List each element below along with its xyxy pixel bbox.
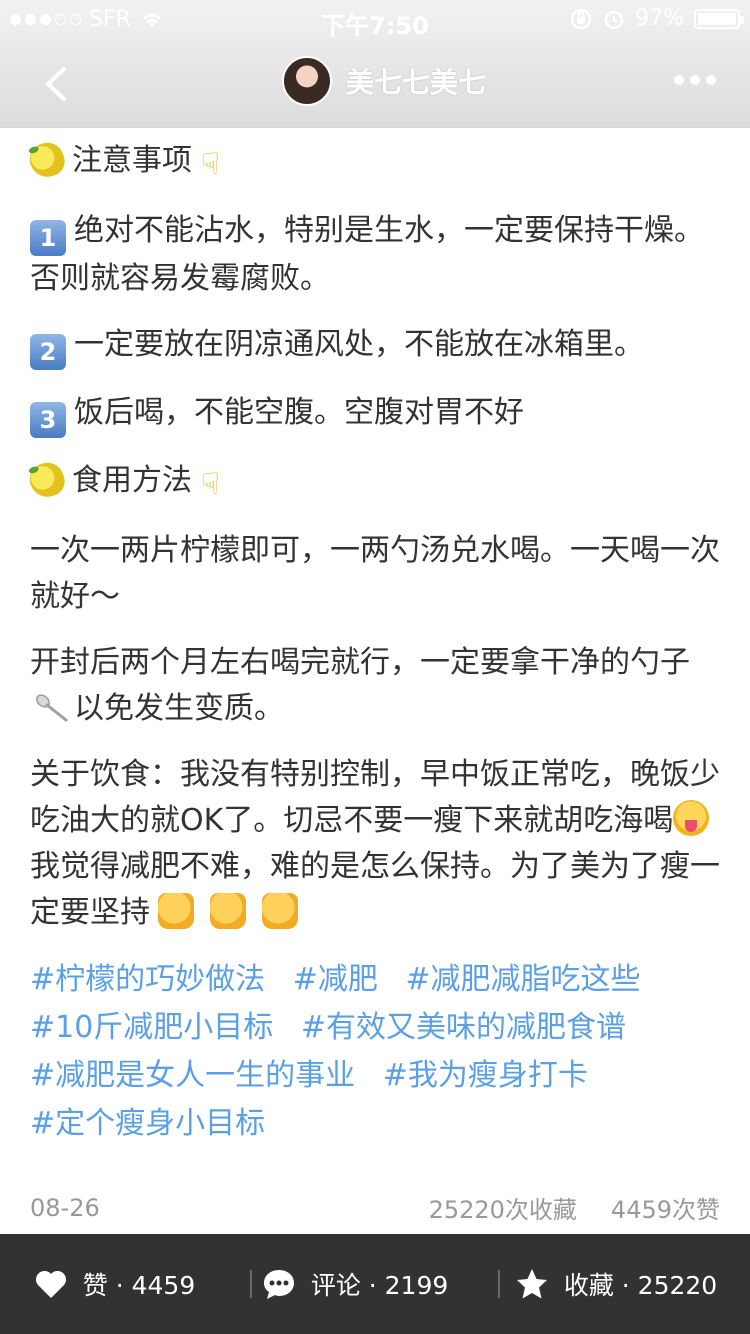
- status-right-group: 97%: [569, 6, 744, 31]
- fist-icon: [262, 893, 298, 929]
- tag-link[interactable]: #减肥: [293, 962, 378, 997]
- list-item: 3 饭后喝，不能空腹。空腹对胃不好: [30, 390, 720, 438]
- paragraph-text: 以免发生变质。: [74, 691, 284, 726]
- comment-bubble-icon: [263, 1270, 294, 1299]
- status-bar: SFR 下午7:50 97%: [0, 0, 750, 40]
- comment-button[interactable]: 评论 · 2199: [261, 1266, 448, 1302]
- pointing-down-icon: ☟: [201, 467, 220, 502]
- tag-list: #柠檬的巧妙做法 #减肥 #减肥减脂吃这些 #10斤减肥小目标 #有效又美味的减…: [30, 956, 720, 1148]
- list-item-text: 一定要放在阴凉通风处，不能放在冰箱里。: [74, 327, 644, 362]
- tongue-face-icon: [673, 800, 710, 836]
- note-stats: 25220次收藏 4459次赞: [429, 1190, 720, 1225]
- author-info[interactable]: 美七七美七: [282, 56, 486, 106]
- fist-icon: [158, 893, 194, 929]
- post-date: 08-26: [30, 1193, 100, 1222]
- more-icon-dot: [706, 75, 716, 85]
- paragraph: 一次一两片柠檬即可，一两勺汤兑水喝。一天喝一次就好～: [30, 533, 720, 614]
- tag-link[interactable]: #柠檬的巧妙做法: [30, 962, 265, 997]
- comment-label: 评论 · 2199: [310, 1271, 449, 1300]
- tag-link[interactable]: #减肥是女人一生的事业: [30, 1058, 355, 1093]
- list-item-text: 饭后喝，不能空腹。空腹对胃不好: [74, 395, 524, 430]
- list-item: 2 一定要放在阴凉通风处，不能放在冰箱里。: [30, 322, 720, 370]
- author-name[interactable]: 美七七美七: [346, 61, 486, 101]
- tag-link[interactable]: #我为瘦身打卡: [383, 1058, 588, 1093]
- paragraph: 开封后两个月左右喝完就行，一定要拿干净的勺子 以免发生变质。: [30, 640, 720, 732]
- fist-icon: [210, 893, 246, 929]
- more-icon-dot: [674, 75, 684, 85]
- lemon-icon: [25, 458, 69, 502]
- list-item-text: 绝对不能沾水，特别是生水，一定要保持干燥。否则就容易发霉腐败。: [30, 213, 704, 296]
- section-title-usage: 食用方法 ☟: [25, 458, 720, 508]
- like-label: 赞 · 4459: [82, 1271, 196, 1300]
- section-title-precautions: 注意事项 ☟: [25, 138, 720, 188]
- top-header: SFR 下午7:50 97% 美七七美七: [0, 0, 750, 128]
- paragraph-text: 开封后两个月左右喝完就行，一定要拿干净的勺子: [30, 645, 690, 680]
- tag-link[interactable]: #定个瘦身小目标: [30, 1106, 265, 1141]
- keycap-number-icon: 1: [30, 220, 66, 256]
- spoon-icon: [35, 694, 68, 722]
- bottom-action-bar: 赞 · 4459 评论 · 2199 收藏 · 25220: [0, 1234, 750, 1334]
- more-options-button[interactable]: [674, 75, 716, 85]
- list-item: 1 绝对不能沾水，特别是生水，一定要保持干燥。否则就容易发霉腐败。: [30, 208, 720, 302]
- favorite-button[interactable]: 收藏 · 25220: [514, 1266, 717, 1302]
- likes-count: 4459次赞: [610, 1196, 720, 1224]
- paragraph-text: 我觉得减肥不难，难的是怎么保持。为了美为了瘦一定要坚持: [30, 849, 720, 930]
- favorites-count: 25220次收藏: [428, 1196, 577, 1224]
- like-button[interactable]: 赞 · 4459: [33, 1266, 195, 1302]
- nav-bar: 美七七美七: [0, 40, 750, 128]
- note-meta: 08-26 25220次收藏 4459次赞: [30, 1190, 720, 1225]
- avatar[interactable]: [282, 56, 332, 106]
- more-icon-dot: [690, 75, 700, 85]
- pointing-down-icon: ☟: [201, 147, 220, 182]
- battery-percent: 97%: [635, 6, 684, 31]
- rotation-lock-icon: [570, 8, 592, 29]
- lemon-icon: [25, 138, 69, 182]
- keycap-number-icon: 3: [30, 402, 66, 438]
- paragraph-text: 关于饮食：我没有特别控制，早中饭正常吃，晚饭少吃油大的就OK了。切忌不要一瘦下来…: [30, 757, 720, 838]
- divider: [498, 1270, 500, 1298]
- divider: [250, 1270, 252, 1298]
- star-icon: [516, 1269, 547, 1299]
- battery-icon: [694, 8, 744, 29]
- back-button[interactable]: [38, 66, 74, 102]
- favorite-label: 收藏 · 25220: [563, 1271, 718, 1300]
- tag-link[interactable]: #有效又美味的减肥食谱: [301, 1010, 626, 1045]
- keycap-number-icon: 2: [30, 334, 66, 370]
- section-title-text: 注意事项: [72, 143, 192, 178]
- tag-link[interactable]: #10斤减肥小目标: [30, 1010, 273, 1045]
- chevron-left-icon: [46, 67, 66, 101]
- note-content: 注意事项 ☟ 1 绝对不能沾水，特别是生水，一定要保持干燥。否则就容易发霉腐败。 …: [25, 138, 720, 1148]
- paragraph: 关于饮食：我没有特别控制，早中饭正常吃，晚饭少吃油大的就OK了。切忌不要一瘦下来…: [30, 752, 720, 936]
- tag-link[interactable]: #减肥减脂吃这些: [405, 962, 640, 997]
- alarm-icon: [604, 10, 624, 29]
- heart-icon: [35, 1270, 66, 1298]
- section-title-text: 食用方法: [72, 463, 192, 498]
